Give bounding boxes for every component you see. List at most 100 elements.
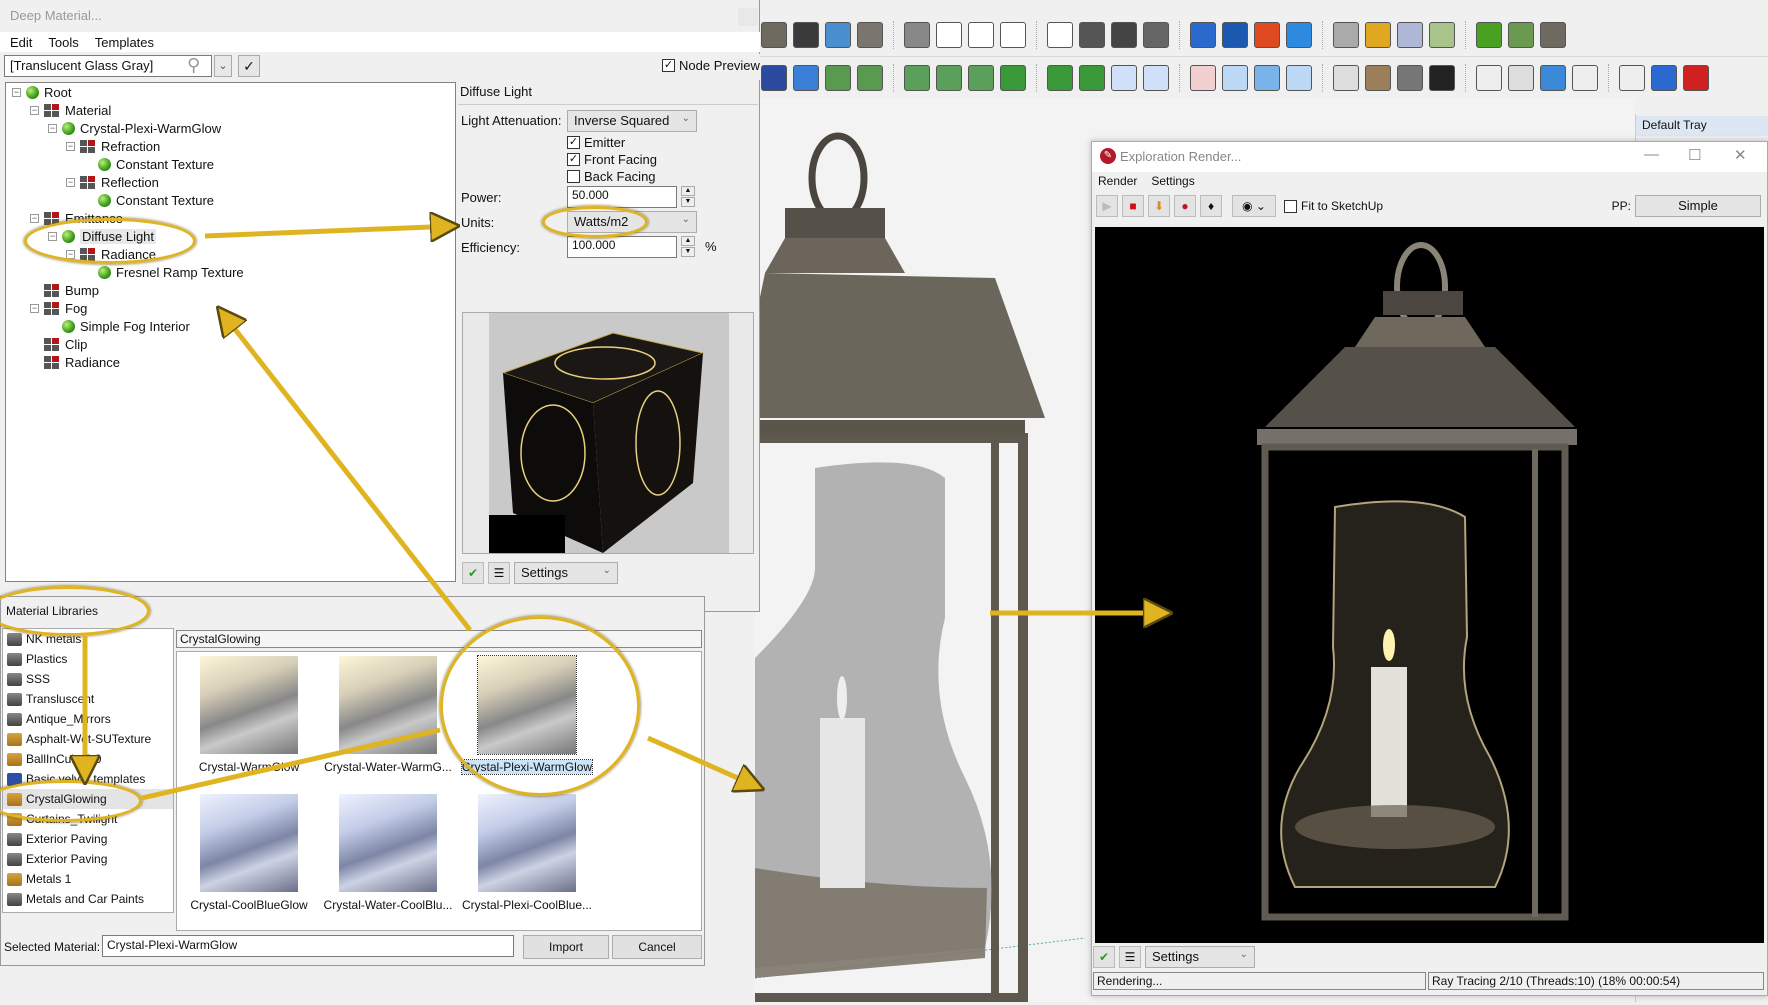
minimize-button[interactable]: —	[1644, 146, 1659, 163]
section-blue-icon[interactable]	[1222, 22, 1248, 48]
material-thumbnail[interactable]: Crystal-CoolBlueGlow	[179, 794, 319, 912]
power-spin-up[interactable]: ▲	[681, 186, 695, 196]
library-list[interactable]: NK metals Plastics SSS Transluscent Antique_…	[2, 628, 174, 913]
power-input[interactable]: 50.000	[567, 186, 677, 208]
solid-gray-icon[interactable]	[1365, 22, 1391, 48]
grid-window-icon[interactable]	[1222, 64, 1248, 91]
rows-icon[interactable]	[904, 64, 930, 91]
eyedropper-icon[interactable]: ✓	[238, 55, 260, 77]
collapse-toggle-icon[interactable]: −	[12, 88, 21, 97]
split-v-icon[interactable]	[1572, 64, 1598, 91]
align-arrow-icon[interactable]	[1651, 64, 1677, 91]
scale-up-icon[interactable]	[825, 64, 851, 91]
style-shaded-icon[interactable]	[793, 22, 819, 48]
section-blue2-icon[interactable]	[1254, 22, 1280, 48]
tree-node[interactable]: Simple Fog Interior	[48, 319, 190, 334]
move-3d-icon[interactable]	[1540, 22, 1566, 48]
sandbox-icon[interactable]	[1508, 22, 1534, 48]
tag-icon[interactable]	[1508, 64, 1534, 91]
node-tree[interactable]: − Root − Material − Crystal-Plexi-WarmGlow − Re…	[5, 82, 456, 582]
material-thumbnail[interactable]: Crystal-WarmGlow	[179, 656, 319, 774]
line-add-icon[interactable]	[1047, 64, 1073, 91]
line-icon[interactable]	[1000, 64, 1026, 91]
efficiency-spin-down[interactable]: ▼	[681, 247, 695, 257]
library-item[interactable]: Exterior Paving	[3, 829, 173, 849]
library-item[interactable]: Antique_Mirrors	[3, 709, 173, 729]
cloud-icon[interactable]	[1397, 64, 1423, 91]
pp-select[interactable]: Simple	[1635, 195, 1761, 217]
list-icon[interactable]: ☰	[488, 562, 510, 584]
tree-node[interactable]: − Refraction	[66, 139, 160, 154]
emitter-toggle[interactable]: ✓ Emitter	[567, 135, 625, 150]
binoculars-icon[interactable]	[761, 64, 787, 91]
tree-node[interactable]: − Crystal-Plexi-WarmGlow	[48, 121, 221, 136]
power-spin-down[interactable]: ▼	[681, 197, 695, 207]
tree-node[interactable]: Constant Texture	[84, 193, 214, 208]
tree-node[interactable]: Fresnel Ramp Texture	[84, 265, 244, 280]
menu-render[interactable]: Render	[1098, 174, 1137, 188]
material-thumbnail[interactable]: Crystal-Water-WarmG...	[318, 656, 458, 774]
style-textured-icon[interactable]	[825, 22, 851, 48]
collapse-toggle-icon[interactable]: −	[30, 304, 39, 313]
collapse-toggle-icon[interactable]: −	[66, 142, 75, 151]
library-item[interactable]: Metals and Car Paints	[3, 889, 173, 909]
maximize-button[interactable]: ☐	[1688, 146, 1701, 164]
tree-node[interactable]: Radiance	[30, 355, 120, 370]
front-facing-toggle[interactable]: ✓ Front Facing	[567, 152, 657, 167]
select-icon[interactable]	[793, 64, 819, 91]
back-facing-checkbox[interactable]	[567, 170, 580, 183]
tree-node[interactable]: Bump	[30, 283, 99, 298]
close-button[interactable]	[738, 8, 758, 26]
right-view-icon[interactable]	[968, 22, 994, 48]
camera-dropdown-icon[interactable]: ◉ ⌄	[1232, 195, 1276, 217]
align-delete-icon[interactable]	[1683, 64, 1709, 91]
tree-node[interactable]: − Fog	[30, 301, 87, 316]
solid-split-icon[interactable]	[1429, 22, 1455, 48]
collapse-toggle-icon[interactable]: −	[30, 214, 39, 223]
menu-settings[interactable]: Settings	[1151, 174, 1194, 188]
mesh-icon[interactable]	[1333, 64, 1359, 91]
panel-x-icon[interactable]	[1111, 64, 1137, 91]
collapse-toggle-icon[interactable]: −	[48, 124, 57, 133]
apply-check-icon[interactable]: ✔	[462, 562, 484, 584]
efficiency-spin-up[interactable]: ▲	[681, 236, 695, 246]
paint-bucket-icon[interactable]: ♦	[1200, 195, 1222, 217]
back-facing-toggle[interactable]: Back Facing	[567, 169, 656, 184]
solid-red-icon[interactable]	[1286, 22, 1312, 48]
node-preview-toggle[interactable]: ✓ Node Preview	[662, 58, 760, 73]
search-icon[interactable]: ⚲	[187, 55, 209, 77]
rows-add-icon[interactable]	[936, 64, 962, 91]
library-item[interactable]: BallInCube2.0	[3, 749, 173, 769]
texture-icon[interactable]	[1365, 64, 1391, 91]
tree-node[interactable]: − Reflection	[66, 175, 159, 190]
front-facing-checkbox[interactable]: ✓	[567, 153, 580, 166]
menu-templates[interactable]: Templates	[95, 35, 154, 50]
back-view-icon[interactable]	[1000, 22, 1026, 48]
line-remove-icon[interactable]	[1079, 64, 1105, 91]
split-grid-icon[interactable]	[1619, 64, 1645, 91]
section-cut-icon[interactable]	[1111, 22, 1137, 48]
render-logo-button-icon[interactable]: ●	[1174, 195, 1196, 217]
tree-node[interactable]: − Material	[30, 103, 111, 118]
close-button[interactable]: ✕	[1734, 146, 1747, 164]
library-item[interactable]: Plastics	[3, 649, 173, 669]
panel-x2-icon[interactable]	[1143, 64, 1169, 91]
style-hidden-line-icon[interactable]	[761, 22, 787, 48]
iso-view-icon[interactable]	[857, 22, 883, 48]
move-blue-icon[interactable]	[1540, 64, 1566, 91]
checker-icon[interactable]	[1429, 64, 1455, 91]
efficiency-input[interactable]: 100.000	[567, 236, 677, 258]
front-view-icon[interactable]	[936, 22, 962, 48]
panel-x-red-icon[interactable]	[1190, 64, 1216, 91]
settings-select[interactable]: Settings ⌄	[514, 562, 618, 584]
material-thumbnail[interactable]: Crystal-Water-CoolBlu...	[318, 794, 458, 912]
solid-yellow-icon[interactable]	[1397, 22, 1423, 48]
material-input[interactable]: [Translucent Glass Gray]	[4, 55, 212, 77]
grid-window-blue-icon[interactable]	[1254, 64, 1280, 91]
fit-to-sketchup-checkbox[interactable]	[1284, 199, 1297, 213]
stop-icon[interactable]: ■	[1122, 195, 1144, 217]
play-icon[interactable]: ▶	[1096, 195, 1118, 217]
section-plane-icon[interactable]	[1079, 22, 1105, 48]
left-view-icon[interactable]	[1047, 22, 1073, 48]
material-dropdown-button[interactable]: ⌄	[214, 55, 232, 77]
